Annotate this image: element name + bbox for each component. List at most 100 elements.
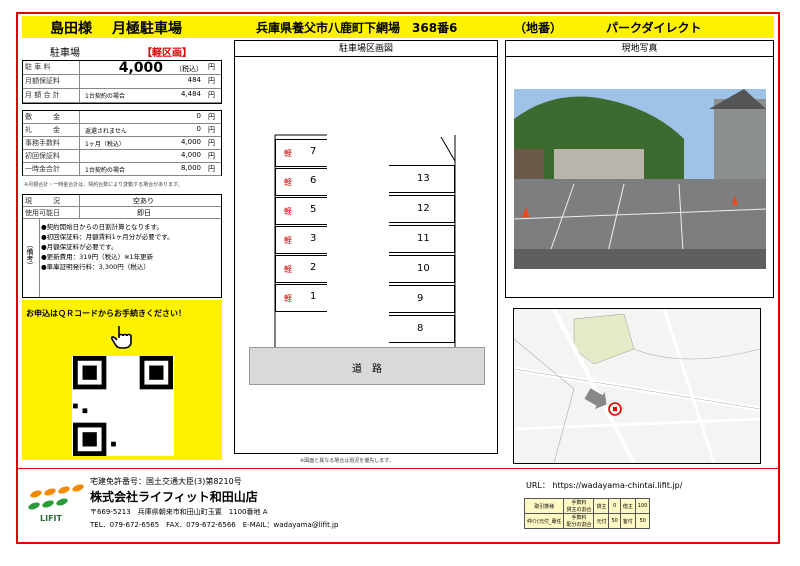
fee-row-value: 0: [196, 125, 201, 133]
photo-panel-title: 現地写真: [506, 41, 773, 57]
slot-number: 9: [417, 293, 424, 304]
address-note: （地番）: [514, 21, 563, 35]
parking-slot: 8: [389, 315, 455, 343]
available-value: 即日: [137, 209, 151, 217]
pointing-hand-icon: [110, 324, 134, 350]
fee-divider: [79, 111, 80, 175]
fee-table-cell: 取引態様: [523, 498, 565, 514]
kei-mark: 軽: [284, 294, 292, 303]
fee-table-cell: 仲介(元付_專任: [523, 513, 565, 529]
fee-row-value: 4,000: [180, 138, 201, 146]
parking-slot: 12: [389, 195, 455, 223]
fee-row-value: 484: [187, 76, 201, 84]
fee-table-cell: 50: [608, 513, 621, 529]
fee-row-value: 4,000: [180, 151, 201, 159]
status-label: 現 況: [25, 197, 60, 205]
fee-row-unit: 円: [208, 113, 215, 121]
company-url[interactable]: URL： https://wadayama-chintai.lifit.jp/: [526, 480, 682, 491]
fee-row-note: 1ヶ月（税込）: [85, 141, 125, 148]
company-address: 〒669-5213 兵庫県朝来市和田山町玉置 1100番地 A: [90, 508, 268, 516]
lifit-logo: LIFIT: [26, 484, 86, 524]
remark-item: ●車庫証明発行料：3,300円（税込）: [41, 263, 150, 271]
fee-row-note: 1台契約の場合: [85, 93, 125, 100]
fee-row-label: 一時金合計: [25, 165, 60, 173]
kei-badge: 【軽区画】: [142, 48, 192, 59]
header-bar: 島田様 月極駐車場 兵庫県養父市八鹿町下網場 368番6 （地番） パークダイレ…: [22, 16, 774, 38]
road: 道 路: [249, 347, 485, 385]
company-name: 株式会社ライフィット和田山店: [90, 490, 258, 504]
fee-row-unit: 円: [208, 165, 215, 173]
area-map: [513, 308, 761, 464]
slot-number: 11: [417, 233, 430, 244]
kei-mark: 軽: [284, 178, 292, 187]
available-label: 使用可能日: [25, 209, 60, 217]
status-row: 現 況 空あり: [23, 195, 221, 207]
fee-row: 礼 金 返還されません 0 円: [23, 124, 221, 137]
kei-mark: 軽: [284, 236, 292, 245]
slot-number: 13: [417, 173, 430, 184]
fee-table-cell: 100: [634, 498, 651, 514]
kei-mark: 軽: [284, 207, 292, 216]
parking-name: パークダイレクト: [606, 21, 702, 35]
fee-row-note: 1台契約の場合: [85, 167, 125, 174]
fee-row: 初回保証料 4,000 円: [23, 150, 221, 163]
address: 兵庫県養父市八鹿町下網場 368番6: [256, 21, 458, 35]
company-contact: TEL．079-672-6565 FAX．079-672-6566 E-MAIL…: [90, 521, 339, 529]
fee-row-label: 初回保証料: [25, 152, 60, 160]
fee-row: 一時金合計 1台契約の場合 8,000 円: [23, 163, 221, 176]
fee-row: 月額保証料 484 円: [23, 75, 221, 89]
fee-row-label: 月 額 合 計: [25, 91, 60, 99]
parking-slot: 11: [389, 225, 455, 253]
slot-number: 7: [310, 146, 317, 157]
remark-item: ●初回保証料：月額賃料1ヶ月分が必要です。: [41, 233, 174, 241]
parking-slot-kei: 軽5: [275, 197, 327, 225]
slot-number: 8: [417, 323, 424, 334]
fee-footnote: ※月額合計・一時金合計は、契約台数により変動する場合があります。: [24, 182, 183, 188]
status-table: 現 況 空あり 使用可能日 即日 （備考） ●契約開始日からの日割計算となります…: [22, 194, 222, 298]
remark-item: ●月額保証料が必要です。: [41, 243, 118, 251]
fee-table-cell: 0: [608, 498, 621, 514]
parking-slot: 13: [389, 165, 455, 193]
parking-slot-kei: 軽7: [275, 139, 327, 167]
logo-text: LIFIT: [40, 514, 62, 523]
parking-slot-kei: 軽1: [275, 284, 327, 312]
fee-row-unit: 円: [208, 77, 215, 85]
initial-fee-table: 敷 金0円礼 金返還されません 0 円事務手数料 1ヶ月（税込） 4,000 円初回保証料…: [22, 110, 222, 176]
fee-table-cell: 客付: [619, 513, 636, 529]
photo-panel: 現地写真: [505, 40, 774, 298]
fee-row-unit: 円: [208, 152, 215, 160]
fee-table-cell: 借主: [619, 498, 636, 514]
fee-row: 月 額 合 計 1台契約の場合 4,484 円: [23, 89, 221, 103]
parking-slot: 10: [389, 255, 455, 283]
license-number: 宅建免許番号：国土交通大臣(3)第8210号: [90, 477, 242, 486]
fee-table-cell: 50: [634, 513, 651, 529]
fee-row-value: 0: [196, 112, 201, 120]
parking-slot: 9: [389, 285, 455, 313]
qr-prompt: お申込はＱＲコードからお手続きください！: [26, 309, 186, 318]
fee-row-unit: 円: [208, 91, 215, 99]
fee-row-label: 礼 金: [25, 126, 60, 134]
fee-row-value: 4,000: [118, 60, 163, 76]
site-photo: [514, 89, 766, 269]
fee-row-unit: 円: [208, 63, 215, 71]
fee-row-note: （税込）: [175, 65, 203, 73]
layout-footnote: ※図面と異なる場合は現況を優先します。: [300, 458, 394, 464]
fee-row-label: 月額保証料: [25, 77, 60, 85]
parking-slot-kei: 軽6: [275, 168, 327, 196]
slot-number: 1: [310, 291, 317, 302]
slot-number: 2: [310, 262, 317, 273]
fee-row-label: 事務手数料: [25, 139, 60, 147]
footer-divider: [16, 468, 780, 469]
fee-table-cell: 元付: [593, 513, 610, 529]
fee-table-cell: 貸主: [593, 498, 610, 514]
page-title: 月極駐車場: [112, 21, 182, 37]
road-label: 道 路: [352, 364, 382, 375]
status-value: 空あり: [133, 197, 154, 205]
qr-code[interactable]: [72, 356, 174, 456]
fee-row: 事務手数料 1ヶ月（税込） 4,000 円: [23, 137, 221, 150]
fee-heading: 駐車場: [50, 48, 80, 59]
remarks-label: （備考）: [26, 241, 34, 269]
slot-number: 5: [310, 204, 317, 215]
fee-heading-area: 駐車場 【軽区画】: [22, 40, 222, 60]
fee-row-label: 駐 車 料: [25, 63, 51, 71]
